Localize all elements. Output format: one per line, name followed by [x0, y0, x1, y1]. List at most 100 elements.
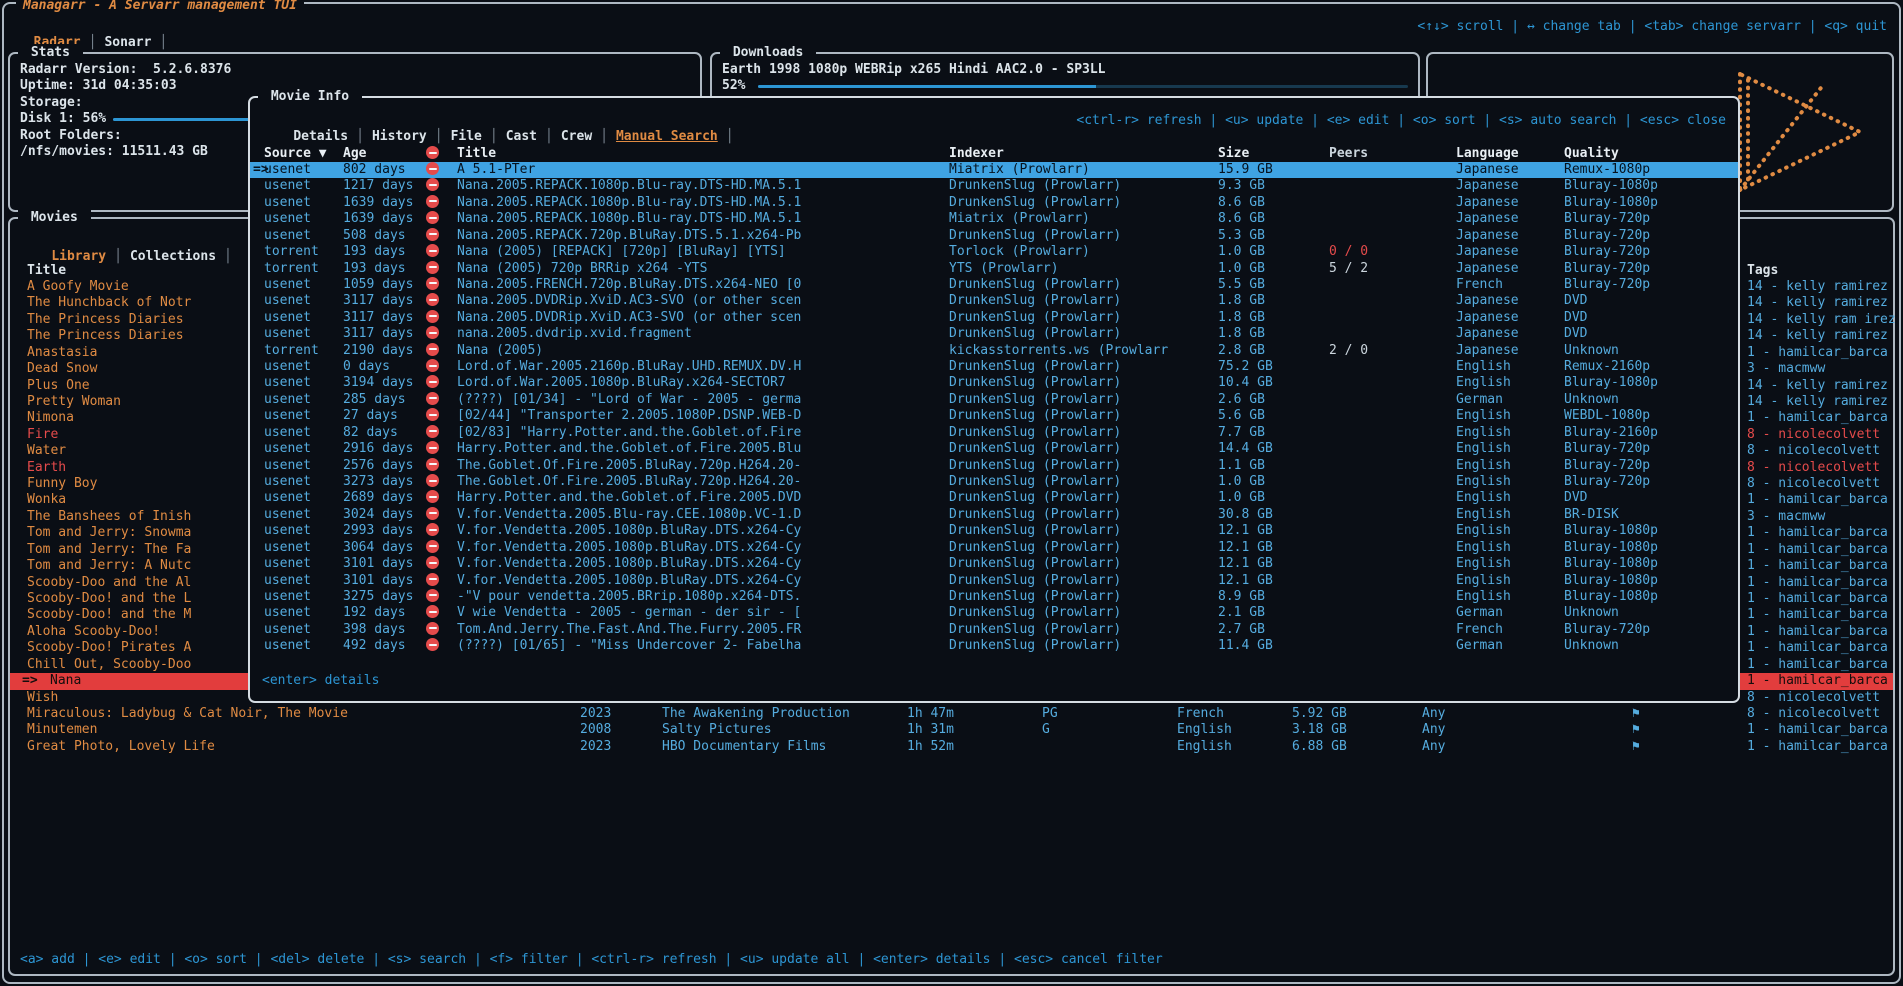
- modal-tab[interactable]: Details│: [293, 129, 372, 144]
- result-language: Japanese: [1456, 310, 1519, 326]
- header-size[interactable]: Size: [1218, 146, 1249, 162]
- rejected-icon: [426, 573, 439, 586]
- result-quality: Bluray-1080p: [1564, 540, 1658, 556]
- movie-title: Aloha Scooby-Doo!: [27, 624, 160, 640]
- search-result-row[interactable]: => torrent 193 days Nana (2005) 720p BRR…: [250, 261, 1738, 277]
- search-result-row[interactable]: => torrent 2190 days Nana (2005) kickass…: [250, 343, 1738, 359]
- result-title: Nana.2005.FRENCH.720p.BluRay.DTS.x264-NE…: [457, 277, 801, 293]
- search-result-row[interactable]: => usenet 2576 days The.Goblet.Of.Fire.2…: [250, 458, 1738, 474]
- result-age: 1639 days: [343, 211, 413, 227]
- search-result-row[interactable]: => usenet 3275 days -"V pour vendetta.20…: [250, 589, 1738, 605]
- tab-separator: │: [718, 129, 742, 144]
- search-result-row[interactable]: => usenet 0 days Lord.of.War.2005.2160p.…: [250, 359, 1738, 375]
- movie-title: The Princess Diaries: [27, 312, 184, 328]
- result-size: 5.5 GB: [1218, 277, 1265, 293]
- movie-tags: 8 - nicolecolvett: [1747, 427, 1880, 443]
- movie-size: 6.88 GB: [1292, 739, 1347, 755]
- search-result-row[interactable]: => torrent 193 days Nana (2005) [REPACK]…: [250, 244, 1738, 260]
- result-indexer: DrunkenSlug (Prowlarr): [949, 507, 1121, 523]
- result-source: usenet: [264, 605, 311, 621]
- modal-tab[interactable]: Manual Search│: [616, 129, 742, 144]
- search-result-row[interactable]: => usenet 3101 days V.for.Vendetta.2005.…: [250, 573, 1738, 589]
- result-size: 1.1 GB: [1218, 458, 1265, 474]
- result-age: 3101 days: [343, 556, 413, 572]
- result-size: 2.1 GB: [1218, 605, 1265, 621]
- result-indexer: DrunkenSlug (Prowlarr): [949, 408, 1121, 424]
- search-result-row[interactable]: => usenet 3064 days V.for.Vendetta.2005.…: [250, 540, 1738, 556]
- result-source: usenet: [264, 458, 311, 474]
- search-result-row[interactable]: => usenet 285 days (????) [01/34] - "Lor…: [250, 392, 1738, 408]
- search-result-row[interactable]: => usenet 1217 days Nana.2005.REPACK.108…: [250, 178, 1738, 194]
- search-result-row[interactable]: => usenet 3117 days Nana.2005.DVDRip.Xvi…: [250, 310, 1738, 326]
- header-source[interactable]: Source ▼: [264, 146, 327, 162]
- header-age[interactable]: Age: [343, 146, 366, 162]
- search-result-row[interactable]: => usenet 3024 days V.for.Vendetta.2005.…: [250, 507, 1738, 523]
- modal-tab-label: History: [372, 129, 427, 144]
- modal-tab-label: Crew: [561, 129, 592, 144]
- result-title: V.for.Vendetta.2005.1080p.BluRay.DTS.x26…: [457, 573, 801, 589]
- rejected-icon: [426, 589, 439, 602]
- result-quality: Bluray-720p: [1564, 277, 1650, 293]
- movies-tab[interactable]: Collections│: [130, 249, 240, 264]
- search-result-row[interactable]: => usenet 492 days (????) [01/65] - "Mis…: [250, 638, 1738, 654]
- search-result-row[interactable]: => usenet 82 days [02/83] "Harry.Potter.…: [250, 425, 1738, 441]
- result-size: 14.4 GB: [1218, 441, 1273, 457]
- result-title: Nana (2005) 720p BRRip x264 -YTS: [457, 261, 707, 277]
- result-language: Japanese: [1456, 195, 1519, 211]
- result-source: usenet: [264, 507, 311, 523]
- modal-tab[interactable]: File│: [451, 129, 506, 144]
- result-age: 192 days: [343, 605, 406, 621]
- search-result-row[interactable]: => usenet 2689 days Harry.Potter.and.the…: [250, 490, 1738, 506]
- header-language[interactable]: Language: [1456, 146, 1519, 162]
- search-result-row[interactable]: => usenet 802 days A 5.1-PTer Miatrix (P…: [250, 162, 1738, 178]
- search-result-row[interactable]: => usenet 192 days V wie Vendetta - 2005…: [250, 605, 1738, 621]
- rejected-icon: [426, 458, 439, 471]
- movie-tags: 1 - hamilcar_barca: [1747, 640, 1888, 656]
- search-result-row[interactable]: => usenet 1639 days Nana.2005.REPACK.108…: [250, 195, 1738, 211]
- movie-quality-profile: Any: [1422, 706, 1445, 722]
- servarr-tab[interactable]: Sonarr│: [104, 35, 175, 50]
- result-age: 3117 days: [343, 326, 413, 342]
- movie-tags: 1 - hamilcar_barca: [1747, 575, 1888, 591]
- rejected-icon: [426, 162, 439, 175]
- search-result-row[interactable]: => usenet 2993 days V.for.Vendetta.2005.…: [250, 523, 1738, 539]
- result-indexer: DrunkenSlug (Prowlarr): [949, 556, 1121, 572]
- result-quality: Bluray-1080p: [1564, 195, 1658, 211]
- result-size: 12.1 GB: [1218, 556, 1273, 572]
- search-result-row[interactable]: => usenet 27 days [02/44] "Transporter 2…: [250, 408, 1738, 424]
- rejected-icon: [426, 425, 439, 438]
- search-result-row[interactable]: => usenet 1639 days Nana.2005.REPACK.108…: [250, 211, 1738, 227]
- result-language: English: [1456, 490, 1511, 506]
- header-indexer[interactable]: Indexer: [949, 146, 1004, 162]
- rejected-icon: [426, 375, 439, 388]
- search-result-row[interactable]: => usenet 3117 days Nana.2005.DVDRip.Xvi…: [250, 293, 1738, 309]
- header-peers[interactable]: Peers: [1329, 146, 1368, 162]
- search-result-row[interactable]: => usenet 2916 days Harry.Potter.and.the…: [250, 441, 1738, 457]
- result-quality: Bluray-720p: [1564, 474, 1650, 490]
- movie-tags: 8 - nicolecolvett: [1747, 706, 1880, 722]
- search-result-row[interactable]: => usenet 3194 days Lord.of.War.2005.108…: [250, 375, 1738, 391]
- modal-tab[interactable]: History│: [372, 129, 451, 144]
- search-result-row[interactable]: => usenet 508 days Nana.2005.REPACK.720p…: [250, 228, 1738, 244]
- result-age: 508 days: [343, 228, 406, 244]
- header-quality[interactable]: Quality: [1564, 146, 1619, 162]
- storage-label: Storage:: [20, 95, 83, 111]
- movie-tags: 1 - hamilcar_barca: [1747, 722, 1888, 738]
- search-result-row[interactable]: => usenet 3101 days V.for.Vendetta.2005.…: [250, 556, 1738, 572]
- modal-tab[interactable]: Cast│: [506, 129, 561, 144]
- result-indexer: Miatrix (Prowlarr): [949, 211, 1090, 227]
- search-result-row[interactable]: => usenet 3117 days nana.2005.dvdrip.xvi…: [250, 326, 1738, 342]
- header-title[interactable]: Title: [457, 146, 496, 162]
- modal-tab[interactable]: Crew│: [561, 129, 616, 144]
- search-result-row[interactable]: => usenet 3273 days The.Goblet.Of.Fire.2…: [250, 474, 1738, 490]
- search-result-row[interactable]: => usenet 398 days Tom.And.Jerry.The.Fas…: [250, 622, 1738, 638]
- result-source: usenet: [264, 359, 311, 375]
- result-quality: Bluray-1080p: [1564, 523, 1658, 539]
- search-result-row[interactable]: => usenet 1059 days Nana.2005.FRENCH.720…: [250, 277, 1738, 293]
- movie-tags: 1 - hamilcar_barca: [1747, 410, 1888, 426]
- movie-tags: 8 - nicolecolvett: [1747, 476, 1880, 492]
- movie-year: 2023: [580, 706, 611, 722]
- result-indexer: DrunkenSlug (Prowlarr): [949, 293, 1121, 309]
- result-source: usenet: [264, 228, 311, 244]
- result-title: Harry.Potter.and.the.Goblet.of.Fire.2005…: [457, 441, 801, 457]
